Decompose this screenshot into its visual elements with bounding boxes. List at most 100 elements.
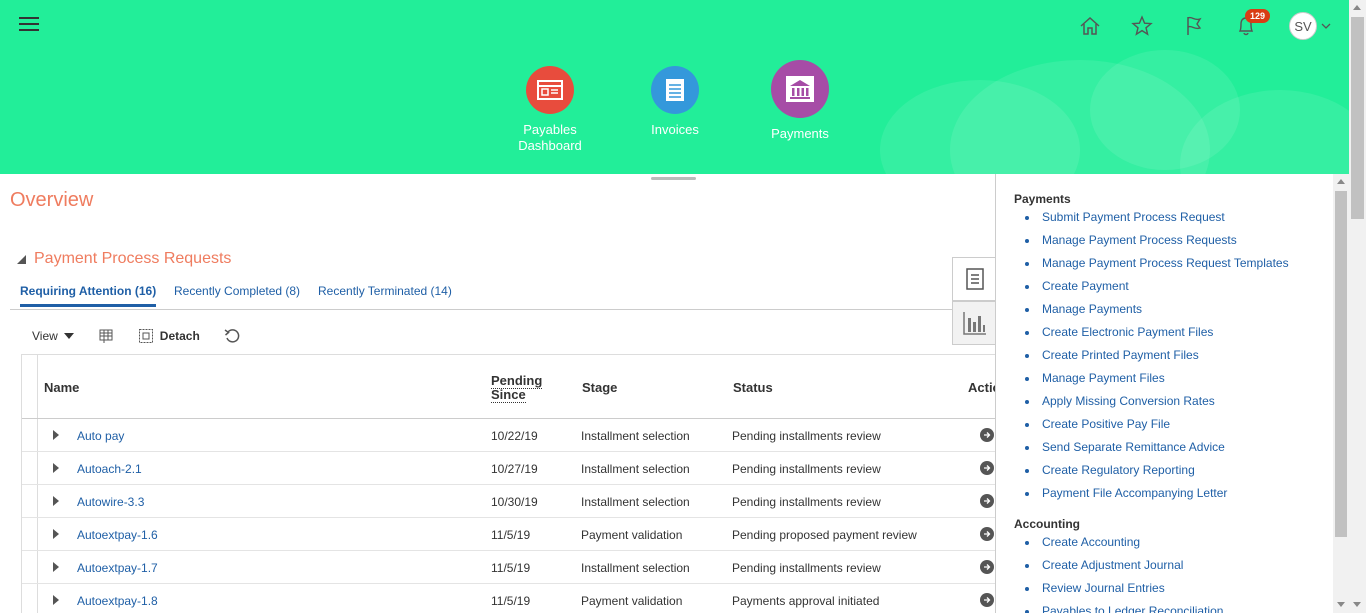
flag-icon[interactable]: [1181, 13, 1207, 39]
springboard-invoices[interactable]: Invoices: [625, 60, 725, 138]
caret-down-icon: [63, 333, 74, 339]
collapse-icon[interactable]: [17, 254, 26, 264]
column-header-status[interactable]: Status: [733, 380, 773, 395]
go-arrow-icon[interactable]: [980, 428, 994, 442]
notifications-count-badge: 129: [1245, 9, 1271, 23]
bullet: [1025, 308, 1029, 312]
task-link[interactable]: Create Electronic Payment Files: [1042, 325, 1213, 339]
payment-requests-table: Name Pending Since Stage Status Actions …: [21, 354, 996, 613]
view-menu-button[interactable]: View: [32, 329, 74, 343]
status: Pending proposed payment review: [732, 528, 917, 542]
navigator-menu-icon[interactable]: [19, 17, 39, 33]
expand-row-icon[interactable]: [53, 496, 59, 506]
row-gutter: [22, 551, 38, 583]
page-scrollbar[interactable]: [1349, 0, 1366, 613]
tab-recently-terminated[interactable]: Recently Terminated (14): [318, 284, 452, 306]
task-link[interactable]: Review Journal Entries: [1042, 581, 1165, 595]
task-link[interactable]: Payables to Ledger Reconciliation: [1042, 604, 1223, 613]
scrollbar-thumb[interactable]: [1351, 17, 1364, 219]
expand-row-icon[interactable]: [53, 430, 59, 440]
pending-since: 11/5/19: [491, 528, 531, 542]
task-link[interactable]: Create Payment: [1042, 279, 1129, 293]
global-header: 129 SV Payables Dashboard Invoices Payme…: [0, 0, 1349, 174]
scrollbar-thumb[interactable]: [1335, 191, 1347, 537]
star-icon[interactable]: [1129, 13, 1155, 39]
task-link[interactable]: Create Accounting: [1042, 535, 1140, 549]
table-row[interactable]: Autoach-2.1 10/27/19 Installment selecti…: [22, 452, 996, 485]
table-row[interactable]: Autowire-3.3 10/30/19 Installment select…: [22, 485, 996, 518]
bar-chart-icon: [962, 312, 986, 335]
task-link[interactable]: Manage Payment Files: [1042, 371, 1165, 385]
freeze-columns-button[interactable]: [98, 328, 114, 344]
go-arrow-icon[interactable]: [980, 593, 994, 607]
task-link[interactable]: Create Adjustment Journal: [1042, 558, 1183, 572]
task-link[interactable]: Submit Payment Process Request: [1042, 210, 1225, 224]
tasks-panel-scrollbar[interactable]: [1333, 174, 1349, 613]
pending-since: 11/5/19: [491, 594, 531, 608]
bell-icon[interactable]: 129: [1233, 9, 1271, 39]
section-header[interactable]: Payment Process Requests: [17, 250, 231, 268]
task-link[interactable]: Manage Payments: [1042, 302, 1142, 316]
bullet: [1025, 377, 1029, 381]
home-icon[interactable]: [1077, 13, 1103, 39]
go-arrow-icon[interactable]: [980, 560, 994, 574]
detach-button[interactable]: Detach: [138, 328, 200, 344]
tab-recently-completed[interactable]: Recently Completed (8): [174, 284, 300, 306]
task-group-title: Payments: [1014, 192, 1071, 206]
tasks-panel-tab[interactable]: [952, 257, 996, 301]
request-name-link[interactable]: Autoextpay-1.8: [77, 594, 158, 608]
task-link[interactable]: Create Printed Payment Files: [1042, 348, 1199, 362]
column-header-actions[interactable]: Actions: [968, 380, 996, 395]
task-link[interactable]: Send Separate Remittance Advice: [1042, 440, 1225, 454]
request-name-link[interactable]: Autoextpay-1.7: [77, 561, 158, 575]
detach-label: Detach: [159, 329, 200, 343]
chevron-down-icon[interactable]: [1321, 19, 1331, 33]
table-row[interactable]: Autoextpay-1.8 11/5/19 Payment validatio…: [22, 584, 996, 613]
expand-row-icon[interactable]: [53, 595, 59, 605]
task-link[interactable]: Manage Payment Process Requests: [1042, 233, 1237, 247]
bullet: [1025, 354, 1029, 358]
go-arrow-icon[interactable]: [980, 527, 994, 541]
task-link[interactable]: Apply Missing Conversion Rates: [1042, 394, 1215, 408]
go-arrow-icon[interactable]: [980, 461, 994, 475]
request-name-link[interactable]: Autoextpay-1.6: [77, 528, 158, 542]
freeze-icon: [99, 329, 113, 343]
go-arrow-icon[interactable]: [980, 494, 994, 508]
stage: Installment selection: [581, 429, 690, 443]
scroll-up-icon[interactable]: [1353, 5, 1361, 10]
refresh-button[interactable]: [224, 328, 240, 344]
pending-since: 10/30/19: [491, 495, 538, 509]
scroll-down-icon[interactable]: [1353, 602, 1361, 607]
bullet: [1025, 469, 1029, 473]
expand-row-icon[interactable]: [53, 562, 59, 572]
scroll-down-icon[interactable]: [1337, 602, 1345, 607]
scroll-up-icon[interactable]: [1337, 179, 1345, 184]
springboard-payments[interactable]: Payments: [750, 60, 850, 142]
table-row[interactable]: Autoextpay-1.6 11/5/19 Payment validatio…: [22, 518, 996, 551]
column-header-name[interactable]: Name: [44, 380, 79, 395]
analytics-panel-tab[interactable]: [952, 301, 996, 345]
task-link[interactable]: Manage Payment Process Request Templates: [1042, 256, 1289, 270]
request-name-link[interactable]: Auto pay: [77, 429, 124, 443]
section-title: Payment Process Requests: [34, 250, 232, 267]
task-link[interactable]: Create Regulatory Reporting: [1042, 463, 1195, 477]
tab-requiring-attention[interactable]: Requiring Attention (16): [20, 284, 157, 307]
table-row[interactable]: Auto pay 10/22/19 Installment selection …: [22, 419, 996, 452]
task-link[interactable]: Create Positive Pay File: [1042, 417, 1170, 431]
table-row[interactable]: Autoextpay-1.7 11/5/19 Installment selec…: [22, 551, 996, 584]
column-header-stage[interactable]: Stage: [582, 380, 617, 395]
tab-bar: Requiring Attention (16) Recently Comple…: [10, 280, 996, 310]
document-icon: [651, 66, 699, 114]
pending-since: 10/27/19: [491, 462, 538, 476]
expand-row-icon[interactable]: [53, 463, 59, 473]
row-header-gutter: [22, 355, 38, 418]
springboard-grab-handle[interactable]: [651, 177, 696, 180]
springboard-payables-dashboard[interactable]: Payables Dashboard: [500, 60, 600, 154]
bullet: [1025, 239, 1029, 243]
column-header-pending-since[interactable]: Pending Since: [491, 373, 551, 403]
user-avatar[interactable]: SV: [1289, 12, 1317, 40]
expand-row-icon[interactable]: [53, 529, 59, 539]
request-name-link[interactable]: Autoach-2.1: [77, 462, 142, 476]
task-link[interactable]: Payment File Accompanying Letter: [1042, 486, 1227, 500]
request-name-link[interactable]: Autowire-3.3: [77, 495, 144, 509]
